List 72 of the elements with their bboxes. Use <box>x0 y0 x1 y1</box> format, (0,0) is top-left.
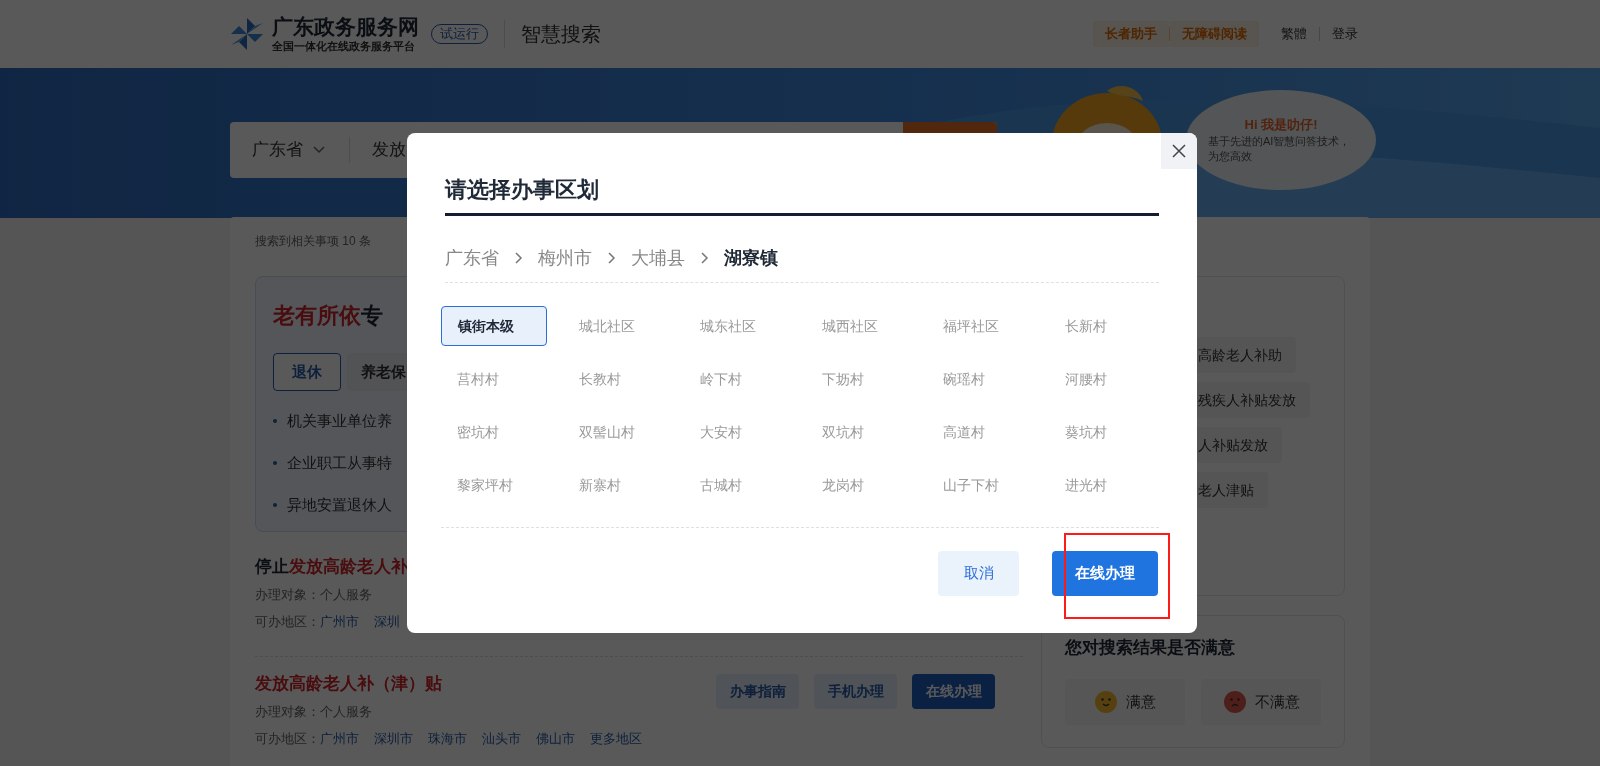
toolbar-link[interactable]: 繁體 <box>1269 24 1319 44</box>
submit-button[interactable]: 在线办理 <box>1052 551 1158 596</box>
assistant-greeting: Hi 我是叻仔! <box>1244 116 1318 134</box>
column-link[interactable]: 机关事业单位养 <box>287 410 392 432</box>
region-link[interactable]: 广州市 <box>320 729 359 749</box>
region-option[interactable]: 河腰村 <box>1048 359 1155 399</box>
column-title: 专 <box>361 302 383 330</box>
region-option[interactable]: 大安村 <box>684 412 791 452</box>
region-link[interactable]: 更多地区 <box>590 729 642 749</box>
frown-icon <box>1222 690 1247 714</box>
region-link[interactable]: 广州市 <box>320 612 359 632</box>
result-action-button[interactable]: 办事指南 <box>716 674 799 709</box>
section-title: 智慧搜索 <box>521 22 601 47</box>
toolbar-link[interactable]: 无障碍阅读 <box>1170 21 1259 47</box>
chevron-right-icon <box>514 251 523 265</box>
region-option[interactable]: 龙岗村 <box>805 465 912 505</box>
column-title: 老有所依 <box>273 302 361 330</box>
smiley-icon <box>1094 690 1118 714</box>
region-option[interactable]: 新寨村 <box>562 465 669 505</box>
chevron-down-icon <box>313 146 325 154</box>
column-link[interactable]: 企业职工从事特 <box>287 452 392 474</box>
chevron-right-icon <box>607 251 616 265</box>
region-option[interactable]: 下坜村 <box>805 359 912 399</box>
region-option[interactable]: 山子下村 <box>927 465 1034 505</box>
region-link[interactable]: 佛山市 <box>536 729 575 749</box>
site-subtitle: 全国一体化在线政务服务平台 <box>272 39 416 53</box>
dialog-title: 请选择办事区划 <box>445 176 600 204</box>
region-link[interactable]: 深圳市 <box>374 729 413 749</box>
breadcrumb-item[interactable]: 湖寮镇 <box>724 245 778 271</box>
result-action-button[interactable]: 手机办理 <box>814 674 897 709</box>
feedback-title: 您对搜索结果是否满意 <box>1065 637 1236 659</box>
region-select[interactable]: 广东省 <box>252 137 303 163</box>
region-option[interactable]: 城北社区 <box>562 306 669 346</box>
region-option[interactable]: 长新村 <box>1048 306 1155 346</box>
result-title[interactable]: 停止发放高龄老人补 <box>255 555 408 579</box>
region-option[interactable]: 城东社区 <box>684 306 791 346</box>
region-option[interactable]: 碗瑶村 <box>927 359 1034 399</box>
region-option[interactable]: 黎家坪村 <box>441 465 547 505</box>
region-option[interactable]: 密坑村 <box>441 412 547 452</box>
bullet-icon <box>273 419 277 423</box>
region-option[interactable]: 葵坑村 <box>1048 412 1155 452</box>
region-option[interactable]: 岭下村 <box>684 359 791 399</box>
region-option[interactable]: 长教村 <box>562 359 669 399</box>
bullet-icon <box>273 461 277 465</box>
close-button[interactable] <box>1161 133 1197 169</box>
region-option[interactable]: 古城村 <box>684 465 791 505</box>
region-option[interactable]: 福坪社区 <box>927 306 1034 346</box>
close-icon <box>1172 144 1186 158</box>
region-option[interactable]: 高道村 <box>927 412 1034 452</box>
chevron-right-icon <box>700 251 709 265</box>
site-name: 广东政务服务网 <box>272 15 419 39</box>
region-option[interactable]: 莒村村 <box>441 359 547 399</box>
region-link[interactable]: 深圳 <box>374 612 400 632</box>
breadcrumb-item[interactable]: 梅州市 <box>538 245 592 271</box>
logo-icon <box>230 17 264 51</box>
result-action-button[interactable]: 在线办理 <box>912 674 995 709</box>
breadcrumb-item[interactable]: 广东省 <box>445 245 499 271</box>
region-option[interactable]: 城西社区 <box>805 306 912 346</box>
region-option[interactable]: 进光村 <box>1048 465 1155 505</box>
cancel-button[interactable]: 取消 <box>938 551 1019 596</box>
region-option[interactable]: 双坑村 <box>805 412 912 452</box>
column-tab[interactable]: 退休 <box>273 353 341 391</box>
region-link[interactable]: 汕头市 <box>482 729 521 749</box>
breadcrumb-item[interactable]: 大埔县 <box>631 245 685 271</box>
column-link[interactable]: 异地安置退休人 <box>287 494 392 516</box>
toolbar-link[interactable]: 登录 <box>1320 24 1370 44</box>
region-link[interactable]: 珠海市 <box>428 729 467 749</box>
toolbar-link[interactable]: 长者助手 <box>1093 21 1169 47</box>
region-option[interactable]: 镇街本级 <box>441 306 547 346</box>
result-title[interactable]: 发放高龄老人补（津）贴 <box>255 672 642 696</box>
bullet-icon <box>273 503 277 507</box>
region-option[interactable]: 双髻山村 <box>562 412 669 452</box>
